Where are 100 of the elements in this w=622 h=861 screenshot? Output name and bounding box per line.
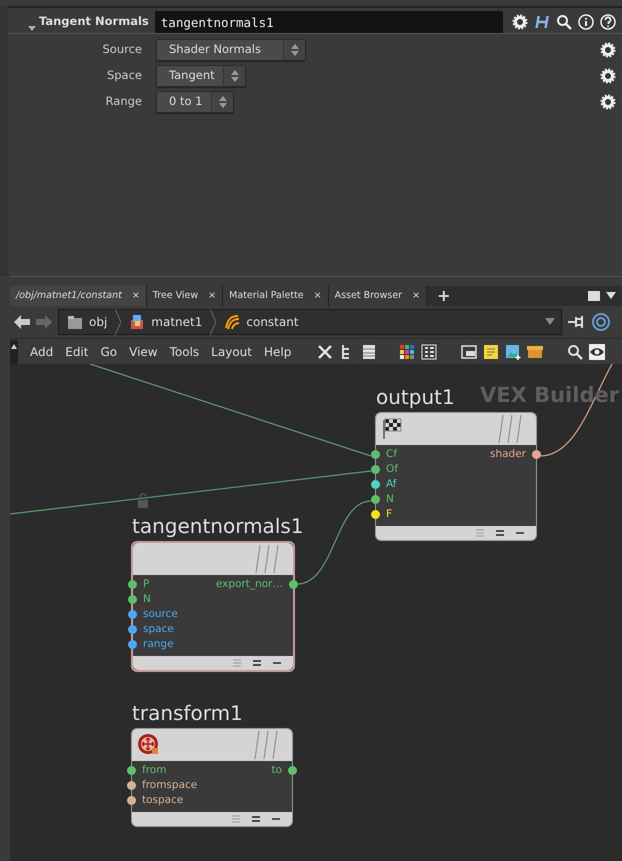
minus-icon[interactable] (516, 531, 524, 535)
help-icon[interactable] (600, 14, 616, 30)
port-label: F (386, 506, 392, 522)
port-label: P (143, 576, 150, 592)
input-port[interactable] (127, 781, 136, 790)
port-label: from (142, 762, 166, 778)
node-type-label: Tangent Normals (39, 13, 149, 30)
chevron-icon (210, 309, 216, 335)
node-title: tangentnormals1 (132, 513, 304, 540)
sticky-note-icon[interactable] (483, 344, 500, 360)
box-icon[interactable] (527, 344, 544, 360)
scroll-up-icon[interactable] (10, 340, 18, 364)
pane-tab[interactable]: Material Palette × (223, 286, 329, 306)
pin-icon[interactable] (568, 315, 586, 329)
input-port[interactable] (371, 480, 380, 489)
menu-item[interactable]: Go (94, 342, 124, 360)
port-label: shader (490, 446, 526, 462)
gear-icon[interactable] (512, 14, 528, 30)
node-title: transform1 (132, 700, 243, 727)
network-box-icon[interactable] (461, 344, 478, 360)
equals-icon[interactable] (253, 660, 261, 666)
input-port[interactable] (128, 595, 137, 604)
port-label: Af (386, 476, 397, 492)
equals-icon[interactable] (496, 530, 504, 536)
pane-tab[interactable]: Tree View × (146, 286, 224, 306)
menu-item[interactable]: Add (24, 342, 60, 360)
list-icon[interactable] (361, 344, 378, 360)
port-label: N (386, 492, 394, 507)
parameter-label: Source (102, 41, 142, 58)
port-label: source (143, 606, 178, 622)
gear-icon[interactable] (600, 42, 616, 58)
parameter-dropdown[interactable]: 0 to 1 (156, 91, 234, 113)
dropdown-icon[interactable] (606, 292, 616, 300)
port-label: tospace (142, 792, 184, 808)
pane-tab[interactable]: Asset Browser × (328, 286, 428, 306)
input-port[interactable] (128, 610, 137, 619)
port-label: Of (386, 462, 398, 477)
input-port[interactable] (128, 640, 137, 649)
input-port[interactable] (128, 580, 137, 589)
input-port[interactable] (128, 625, 137, 634)
shader-icon (224, 314, 240, 330)
spinner-icon[interactable] (283, 40, 305, 60)
input-port[interactable] (127, 766, 136, 775)
transform-icon (137, 733, 159, 755)
path-segment[interactable]: constant (216, 310, 307, 334)
spinner-icon[interactable] (223, 66, 245, 86)
port-label: range (143, 636, 174, 652)
flag-icon (381, 417, 403, 439)
port-label: to (271, 762, 282, 778)
gear-icon[interactable] (600, 94, 616, 110)
menu-item[interactable]: Layout (205, 342, 258, 360)
parameter-label: Space (106, 67, 142, 84)
image-add-icon[interactable] (505, 344, 522, 360)
parameter-dropdown[interactable]: Shader Normals (156, 39, 306, 61)
port-label: fromspace (142, 778, 198, 793)
menu-item[interactable]: Tools (164, 342, 206, 360)
gear-icon[interactable] (600, 68, 616, 84)
node[interactable]: P N source space range export_nor… (131, 541, 295, 672)
spinner-icon[interactable] (211, 92, 233, 112)
info-icon[interactable] (578, 14, 594, 30)
parameter-dropdown[interactable]: Tangent (156, 65, 246, 87)
path-segment[interactable]: matnet1 (121, 310, 210, 334)
search-icon[interactable] (556, 14, 572, 30)
link-icon[interactable] (592, 313, 610, 331)
input-port[interactable] (127, 796, 136, 805)
collapse-icon[interactable] (28, 23, 36, 31)
color-grid-icon[interactable] (399, 344, 416, 360)
lock-icon (138, 493, 148, 508)
port-label: export_nor… (216, 576, 283, 592)
new-tab-button[interactable]: + (431, 284, 456, 308)
eye-icon[interactable] (589, 344, 606, 360)
output-port[interactable] (532, 450, 541, 459)
input-port[interactable] (371, 510, 380, 519)
equals-icon[interactable] (252, 816, 260, 822)
path-segment[interactable]: obj (59, 310, 116, 334)
node-title: output1 (376, 384, 455, 411)
port-label: N (143, 592, 151, 607)
output-port[interactable] (288, 766, 297, 775)
back-icon[interactable] (14, 315, 30, 329)
cube-stack-icon (129, 314, 146, 330)
menu-item[interactable]: Edit (59, 342, 94, 360)
port-label: space (143, 622, 174, 637)
search-icon[interactable] (567, 344, 584, 360)
input-port[interactable] (371, 450, 380, 459)
node-name-field[interactable]: tangentnormals1 (154, 11, 503, 33)
grid-list-icon[interactable] (421, 344, 438, 360)
tools-icon[interactable] (317, 344, 334, 360)
chevron-icon (115, 309, 122, 335)
input-port[interactable] (371, 465, 380, 474)
minus-icon[interactable] (273, 661, 281, 665)
pane-tab[interactable]: /obj/matnet1/constant × (10, 286, 147, 306)
output-port[interactable] (289, 580, 298, 589)
input-port[interactable] (371, 495, 380, 504)
menu-item[interactable]: View (123, 342, 164, 360)
h-icon[interactable] (534, 14, 550, 30)
port-label: Cf (386, 446, 398, 462)
minus-icon[interactable] (272, 817, 280, 821)
parameter-label: Range (104, 93, 142, 110)
menu-item[interactable]: Help (258, 342, 298, 360)
folder-icon (67, 314, 83, 330)
